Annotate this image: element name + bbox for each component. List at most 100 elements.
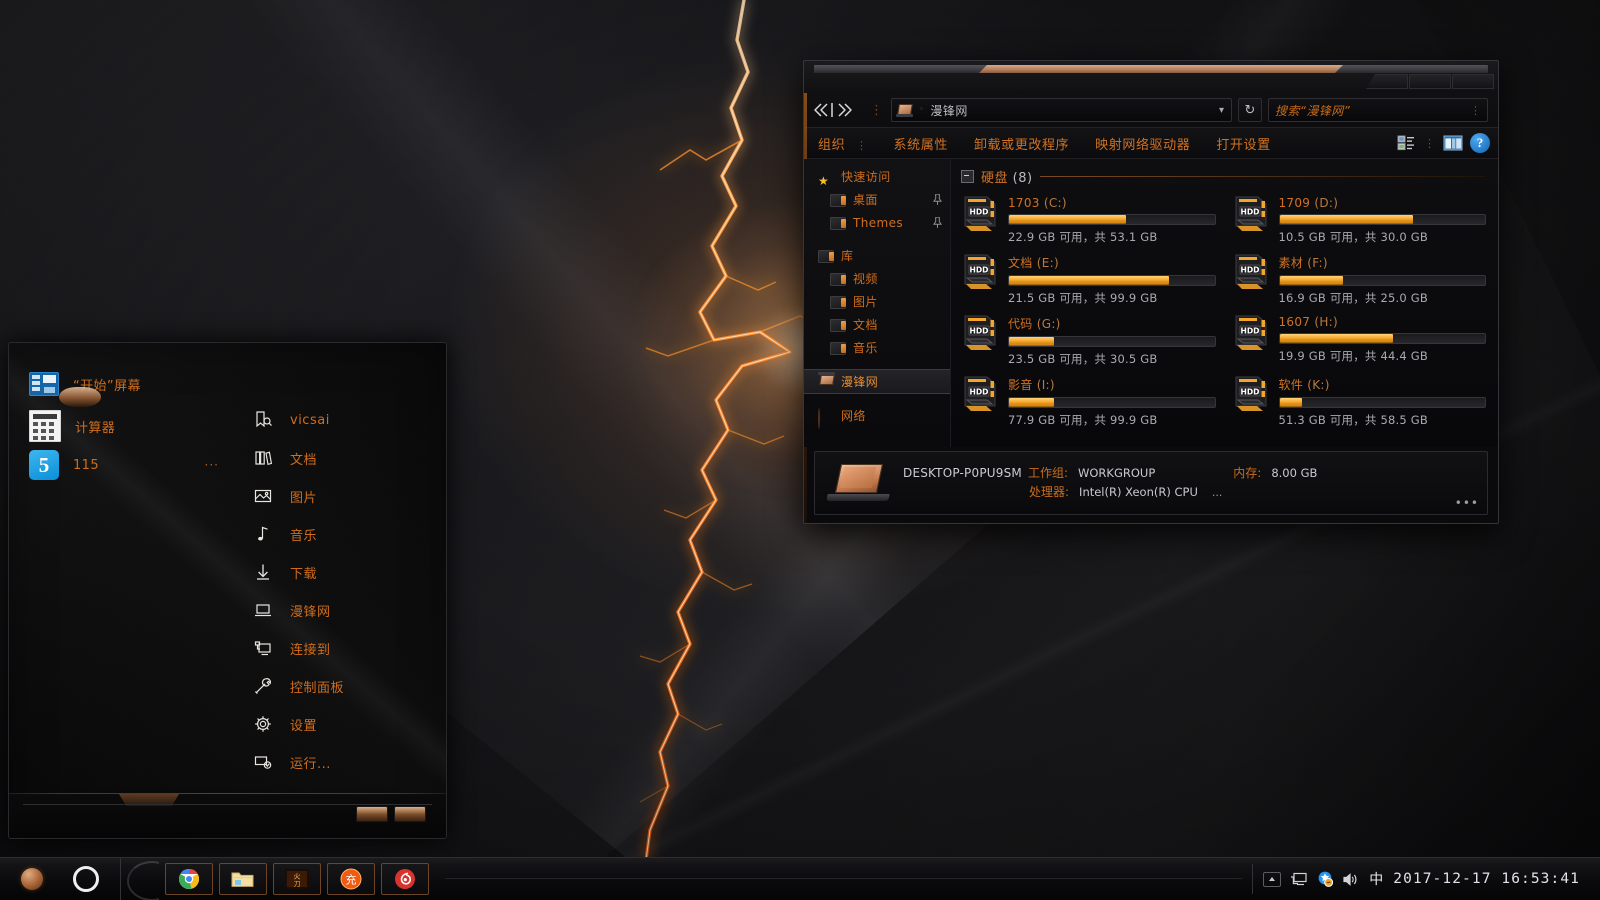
- drive-usage-fill: [1279, 215, 1414, 224]
- drive-item[interactable]: HDD 软件 (K:) 51.3 GB 可用，共 58.5 GB: [1232, 375, 1486, 428]
- start-menu-item-start-screen[interactable]: “开始”屏幕: [9, 367, 241, 401]
- music-icon: [253, 524, 273, 544]
- command-map-network-drive[interactable]: 映射网络驱动器: [1082, 134, 1203, 153]
- ime-indicator[interactable]: 中: [1369, 869, 1384, 889]
- taskbar-app-netease-music[interactable]: [381, 863, 429, 895]
- sidebar-item-documents[interactable]: 文档: [804, 313, 950, 336]
- taskbar-app-file-explorer[interactable]: [219, 863, 267, 895]
- hdd-icon: HDD: [1235, 196, 1266, 231]
- overflow-dots-icon[interactable]: ⋮: [1424, 138, 1435, 149]
- security-icon[interactable]: [1317, 871, 1334, 887]
- start-menu-item-settings[interactable]: 设置: [241, 705, 446, 743]
- sidebar-item-videos[interactable]: 视频: [804, 267, 950, 290]
- computer-name: DESKTOP-P0PU9SM: [903, 466, 1022, 481]
- command-uninstall-change-program[interactable]: 卸载或更改程序: [961, 134, 1082, 153]
- minimize-button[interactable]: [1366, 74, 1408, 89]
- navigation-pane[interactable]: ★ 快速访问 桌面 Themes 库 视频 图片 文档 音乐 漫锋网 网络: [804, 159, 951, 447]
- sidebar-item-themes[interactable]: Themes: [804, 211, 950, 234]
- start-menu-item-label: vicsai: [290, 412, 330, 428]
- details-overflow-icon[interactable]: •••: [1455, 496, 1479, 510]
- drive-item[interactable]: HDD 代码 (G:) 23.5 GB 可用，共 30.5 GB: [961, 314, 1216, 367]
- drive-item[interactable]: HDD 文档 (E:) 21.5 GB 可用，共 99.9 GB: [961, 253, 1216, 306]
- content-pane[interactable]: 硬盘 (8) HDD 1703 (C:) 22.9 GB 可用，共 53.1 G…: [951, 159, 1498, 447]
- address-history-dots[interactable]: ⋮: [870, 104, 883, 117]
- start-menu-item-calculator[interactable]: 计算器: [9, 409, 241, 443]
- file-explorer-window[interactable]: ⋮ ◦ 漫锋网 ▾ ↻ 搜索“漫锋网” ⋮ 组织 ⋮ 系统属性 卸载或更改程序 …: [803, 60, 1499, 524]
- sidebar-item-quick-access[interactable]: ★ 快速访问: [804, 165, 950, 188]
- drive-item[interactable]: HDD 1607 (H:) 19.9 GB 可用，共 44.4 GB: [1232, 314, 1486, 367]
- pictures-icon: [253, 486, 273, 506]
- collapse-icon[interactable]: [961, 170, 974, 183]
- start-menu-item-user[interactable]: vicsai: [241, 401, 446, 439]
- search-overflow-icon[interactable]: ⋮: [1470, 104, 1481, 117]
- taskbar-app-game[interactable]: 火 刀: [273, 863, 321, 895]
- search-input[interactable]: 搜索“漫锋网” ⋮: [1268, 98, 1488, 122]
- sidebar-item-music[interactable]: 音乐: [804, 336, 950, 359]
- command-system-properties[interactable]: 系统属性: [881, 134, 961, 153]
- command-open-settings[interactable]: 打开设置: [1203, 134, 1283, 153]
- sidebar-item-label: 快速访问: [841, 170, 891, 184]
- show-hidden-icons[interactable]: [1263, 871, 1282, 887]
- start-orb-icon[interactable]: [21, 868, 43, 890]
- drive-item[interactable]: HDD 1709 (D:) 10.5 GB 可用，共 30.0 GB: [1232, 195, 1486, 245]
- cortana-search-icon[interactable]: [73, 866, 99, 892]
- preview-pane-icon[interactable]: [1442, 133, 1464, 153]
- command-organize[interactable]: 组织 ⋮: [812, 134, 881, 153]
- group-header-hard-disks[interactable]: 硬盘 (8): [961, 167, 1486, 186]
- clock[interactable]: 2017-12-17 16:53:41: [1393, 871, 1590, 887]
- refresh-button[interactable]: ↻: [1238, 98, 1262, 122]
- details-pane[interactable]: DESKTOP-P0PU9SM 工作组: WORKGROUP 内存: 8.00 …: [814, 451, 1488, 515]
- window-controls[interactable]: [1366, 74, 1494, 89]
- sidebar-item-libraries[interactable]: 库: [804, 244, 950, 267]
- command-bar[interactable]: 组织 ⋮ 系统属性 卸载或更改程序 映射网络驱动器 打开设置 ⋮ ?: [804, 127, 1498, 159]
- drive-item[interactable]: HDD 素材 (F:) 16.9 GB 可用，共 25.0 GB: [1232, 253, 1486, 306]
- start-menu-item-115[interactable]: 5 115 ···: [9, 448, 241, 482]
- address-bar-row[interactable]: ⋮ ◦ 漫锋网 ▾ ↻ 搜索“漫锋网” ⋮: [804, 93, 1498, 127]
- sidebar-item-label: 漫锋网: [841, 375, 879, 389]
- start-menu-item-connect-to[interactable]: 连接到: [241, 629, 446, 667]
- connect-to-icon: [253, 638, 273, 658]
- start-menu-item-overflow[interactable]: ···: [205, 458, 219, 472]
- start-menu-item-computer[interactable]: 漫锋网: [241, 591, 446, 629]
- back-forward-icons[interactable]: [812, 100, 860, 120]
- start-menu-item-pictures[interactable]: 图片: [241, 477, 446, 515]
- shutdown-button[interactable]: [356, 806, 388, 822]
- start-menu-item-documents[interactable]: 文档: [241, 439, 446, 477]
- start-menu-item-control-panel[interactable]: 控制面板: [241, 667, 446, 705]
- pin-icon[interactable]: [933, 217, 942, 228]
- network-icon: [818, 408, 833, 429]
- folder-icon: [830, 341, 846, 355]
- sidebar-item-this-pc[interactable]: 漫锋网: [804, 369, 950, 394]
- taskbar-app-chrome[interactable]: [165, 863, 213, 895]
- sidebar-item-pictures[interactable]: 图片: [804, 290, 950, 313]
- drive-item[interactable]: HDD 1703 (C:) 22.9 GB 可用，共 53.1 GB: [961, 195, 1216, 245]
- start-menu[interactable]: “开始”屏幕 计算器 5 115 ··· vicsai 文档 图片 音乐 下载 …: [8, 342, 447, 839]
- taskbar-apps[interactable]: 火 刀 充: [159, 863, 435, 895]
- taskbar[interactable]: 火 刀 充 中 2017-12-17 16:53:41: [0, 857, 1600, 900]
- close-button[interactable]: [1452, 74, 1494, 89]
- drive-grid: HDD 1703 (C:) 22.9 GB 可用，共 53.1 GB HDD 1…: [961, 195, 1486, 428]
- start-menu-item-downloads[interactable]: 下载: [241, 553, 446, 591]
- volume-icon[interactable]: [1342, 872, 1360, 887]
- taskbar-start-area[interactable]: [0, 858, 120, 900]
- system-tray[interactable]: 中 2017-12-17 16:53:41: [1252, 864, 1600, 894]
- maximize-button[interactable]: [1409, 74, 1451, 89]
- start-menu-item-music[interactable]: 音乐: [241, 515, 446, 553]
- chevron-down-icon[interactable]: ▾: [1219, 105, 1227, 116]
- sidebar-item-network[interactable]: 网络: [804, 404, 950, 429]
- network-icon[interactable]: [1290, 872, 1308, 887]
- drive-item[interactable]: HDD 影音 (I:) 77.9 GB 可用，共 99.9 GB: [961, 375, 1216, 428]
- chrome-icon: [178, 868, 200, 889]
- address-input[interactable]: ◦ 漫锋网 ▾: [891, 98, 1232, 122]
- window-title-bar[interactable]: [804, 61, 1498, 93]
- view-layout-icon[interactable]: [1395, 133, 1417, 153]
- taskbar-app-recharge[interactable]: 充: [327, 863, 375, 895]
- pin-icon[interactable]: [933, 194, 942, 205]
- sidebar-item-desktop[interactable]: 桌面: [804, 188, 950, 211]
- taskbar-window-list[interactable]: [435, 858, 1252, 900]
- shutdown-options-button[interactable]: [394, 806, 426, 822]
- start-menu-item-run[interactable]: 运行...: [241, 743, 446, 781]
- help-icon[interactable]: ?: [1470, 133, 1490, 153]
- sidebar-item-label: 桌面: [853, 193, 878, 207]
- navigation-arrows[interactable]: [812, 100, 860, 120]
